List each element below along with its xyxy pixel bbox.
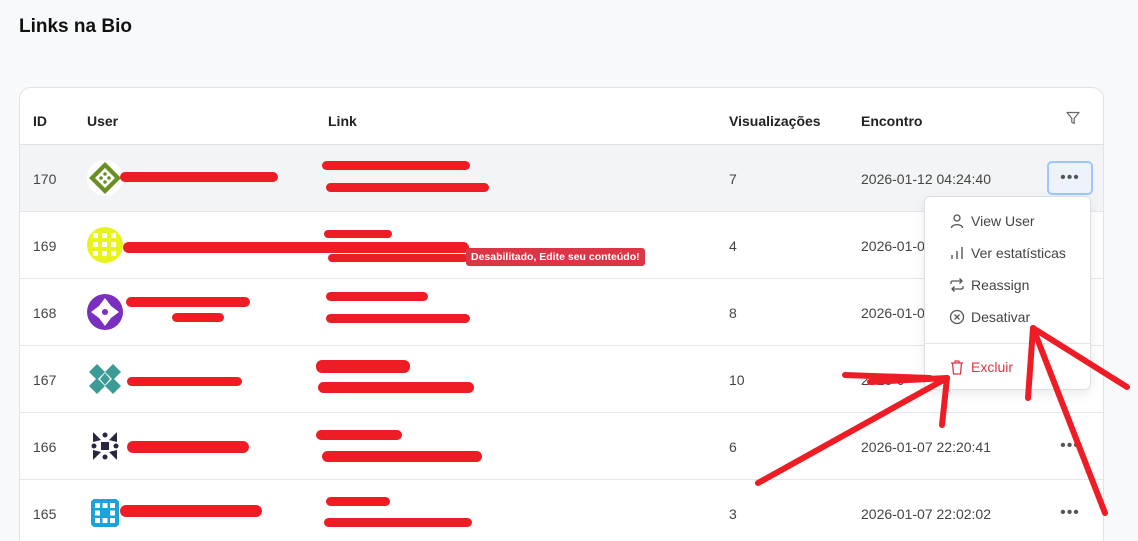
row-id: 165 — [33, 506, 57, 522]
row-actions-button[interactable]: ••• — [1047, 429, 1093, 463]
table-header: ID User Link Visualizações Encontro — [20, 88, 1103, 145]
row-views: 4 — [729, 238, 737, 254]
menu-item-label: View User — [971, 213, 1035, 229]
header-id[interactable]: ID — [33, 113, 47, 129]
menu-item-reassign[interactable]: Reassign — [925, 271, 1090, 299]
avatar — [87, 227, 123, 263]
redaction-mark — [324, 518, 472, 527]
header-user[interactable]: User — [87, 113, 118, 129]
redaction-mark — [326, 292, 428, 301]
row-views: 7 — [729, 171, 737, 187]
row-date: 2026-0 — [861, 372, 905, 388]
header-views[interactable]: Visualizações — [729, 113, 821, 129]
row-date: 2026-01-0 — [861, 305, 925, 321]
menu-item-deactivate[interactable]: Desativar — [925, 303, 1090, 331]
redaction-mark — [120, 172, 278, 182]
row-date: 2026-01-07 22:02:02 — [861, 506, 991, 522]
row-views: 8 — [729, 305, 737, 321]
redaction-mark — [172, 313, 224, 322]
menu-divider — [925, 343, 1090, 344]
redaction-mark — [126, 297, 250, 307]
row-actions-menu: View User Ver estatísticas Reassign Desa… — [924, 196, 1091, 390]
row-views: 10 — [729, 372, 745, 388]
row-id: 170 — [33, 171, 57, 187]
redaction-mark — [326, 497, 390, 506]
row-views: 6 — [729, 439, 737, 455]
menu-item-view-user[interactable]: View User — [925, 207, 1090, 235]
row-actions-button[interactable]: ••• — [1047, 161, 1093, 195]
avatar — [87, 428, 123, 464]
menu-item-delete[interactable]: Excluir — [925, 353, 1090, 381]
repeat-icon — [950, 278, 964, 292]
header-link[interactable]: Link — [328, 113, 357, 129]
avatar — [87, 160, 123, 196]
menu-item-label: Excluir — [971, 359, 1014, 375]
row-date: 2026-01-12 04:24:40 — [861, 171, 991, 187]
redaction-mark — [318, 382, 474, 393]
x-circle-icon — [949, 309, 965, 325]
redaction-mark — [326, 183, 489, 192]
disabled-badge: Desabilitado, Edite seu conteúdo! — [466, 248, 645, 266]
redaction-mark — [322, 451, 482, 462]
avatar — [87, 495, 123, 531]
menu-item-label: Ver estatísticas — [971, 245, 1066, 261]
bar-chart-icon — [951, 247, 963, 259]
avatar — [87, 361, 123, 397]
avatar — [87, 294, 123, 330]
table-row: 165 3 2026-01-07 22:02:02 ••• — [20, 480, 1103, 541]
menu-item-label: Reassign — [971, 277, 1030, 293]
header-date[interactable]: Encontro — [861, 113, 922, 129]
row-id: 166 — [33, 439, 57, 455]
page-title: Links na Bio — [19, 16, 132, 37]
row-date: 2026-01-0 — [861, 238, 925, 254]
user-icon — [950, 214, 964, 229]
redaction-mark — [127, 441, 249, 453]
row-id: 167 — [33, 372, 57, 388]
redaction-mark — [322, 161, 470, 170]
row-views: 3 — [729, 506, 737, 522]
filter-icon[interactable] — [1066, 111, 1080, 125]
trash-icon — [951, 360, 963, 375]
redaction-mark — [120, 505, 262, 517]
redaction-mark — [123, 242, 469, 253]
redaction-mark — [324, 230, 392, 238]
menu-item-label: Desativar — [971, 309, 1031, 325]
row-actions-button[interactable]: ••• — [1047, 496, 1093, 530]
redaction-mark — [316, 360, 410, 373]
row-id: 168 — [33, 305, 57, 321]
redaction-mark — [127, 377, 242, 386]
table-row: 166 6 2026-01-07 22:20:41 ••• — [20, 413, 1103, 480]
row-id: 169 — [33, 238, 57, 254]
redaction-mark — [316, 430, 402, 440]
redaction-mark — [328, 254, 468, 262]
redaction-mark — [326, 314, 470, 323]
row-date: 2026-01-07 22:20:41 — [861, 439, 991, 455]
menu-item-stats[interactable]: Ver estatísticas — [925, 239, 1090, 267]
